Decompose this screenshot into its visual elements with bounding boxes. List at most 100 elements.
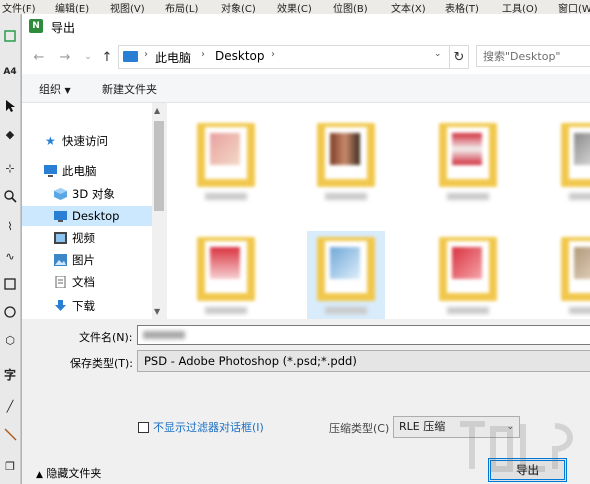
folder-icon — [197, 123, 255, 187]
ellipse-tool-icon[interactable] — [2, 304, 18, 320]
navigation-bar: ← → ⌄ ↑ › 此电脑 › Desktop › ⌄ ↻ 搜索"Desktop… — [22, 40, 590, 74]
chevron-down-icon: ⌄ — [506, 422, 514, 432]
chevron-down-icon[interactable]: ⌄ — [434, 49, 442, 59]
nav-item-3d-objects[interactable]: 3D 对象 — [22, 184, 152, 204]
folder-icon — [561, 123, 590, 187]
menu-bitmap[interactable]: 位图(B) — [333, 0, 368, 14]
filename-input[interactable] — [137, 325, 590, 345]
no-filter-dialog-label[interactable]: 不显示过滤器对话框(I) — [153, 419, 264, 435]
recent-locations-icon[interactable]: ⌄ — [80, 49, 96, 65]
freehand-tool-icon[interactable]: ⌇ — [2, 218, 18, 234]
shape-tool-icon[interactable]: ◆ — [2, 126, 18, 142]
file-view — [167, 103, 590, 319]
nav-item-pictures[interactable]: 图片 — [22, 250, 152, 270]
scrollbar-thumb[interactable] — [154, 121, 164, 211]
command-bar: 组织 ▼ 新建文件夹 — [22, 74, 590, 103]
menu-file[interactable]: 文件(F) — [2, 0, 36, 14]
caret-down-icon: ▼ — [64, 86, 71, 95]
no-filter-dialog-checkbox[interactable] — [138, 422, 149, 433]
document-icon — [55, 276, 66, 288]
file-thumbnail[interactable] — [307, 117, 385, 205]
desktop-icon — [54, 211, 67, 222]
address-bar[interactable]: › 此电脑 › Desktop › ⌄ — [118, 45, 466, 69]
dialog-titlebar: N 导出 — [22, 14, 590, 40]
chevron-right-icon[interactable]: › — [144, 49, 148, 60]
connector-tool-icon[interactable] — [2, 426, 18, 442]
text-tool-icon[interactable]: 字 — [2, 366, 18, 382]
folder-icon — [317, 123, 375, 187]
polygon-tool-icon[interactable]: ⬡ — [2, 332, 18, 348]
organize-button[interactable]: 组织 ▼ — [39, 81, 71, 97]
up-arrow-icon[interactable]: ↑ — [99, 49, 115, 65]
compression-value: RLE 压缩 — [399, 420, 446, 433]
nav-pane-scrollbar[interactable]: ▲ ▼ — [152, 103, 166, 319]
menu-view[interactable]: 视图(V) — [110, 0, 145, 14]
new-document-icon[interactable] — [2, 28, 18, 44]
file-thumbnail[interactable] — [551, 117, 590, 205]
nav-item-videos[interactable]: 视频 — [22, 228, 152, 248]
folder-icon — [197, 237, 255, 301]
breadcrumb-this-pc[interactable]: 此电脑 — [155, 49, 191, 66]
chevron-right-icon[interactable]: › — [271, 49, 275, 60]
refresh-button[interactable]: ↻ — [449, 45, 469, 69]
file-name-blurred — [205, 193, 247, 200]
computer-icon — [44, 165, 57, 177]
forward-arrow-icon[interactable]: → — [57, 49, 73, 65]
file-name-blurred — [447, 193, 489, 200]
file-name-blurred — [447, 307, 489, 314]
nav-item-label: Desktop — [72, 209, 120, 223]
nav-item-documents[interactable]: 文档 — [22, 272, 152, 292]
file-name-blurred — [325, 307, 367, 314]
picture-icon — [54, 254, 67, 266]
hide-folders-label: 隐藏文件夹 — [46, 467, 102, 480]
line-tool-icon[interactable]: ╱ — [2, 398, 18, 414]
nav-item-this-pc[interactable]: 此电脑 — [22, 161, 152, 181]
folder-icon — [439, 123, 497, 187]
save-form: 文件名(N): 保存类型(T): PSD - Adobe Photoshop (… — [22, 319, 590, 439]
star-icon: ★ — [45, 134, 56, 148]
rectangle-tool-icon[interactable] — [2, 276, 18, 292]
shadow-tool-icon[interactable]: ❐ — [2, 458, 18, 474]
compression-select[interactable]: RLE 压缩 ⌄ — [393, 416, 520, 438]
filetype-select[interactable]: PSD - Adobe Photoshop (*.psd;*.pdd) — [137, 350, 590, 372]
breadcrumb-desktop[interactable]: Desktop — [215, 49, 265, 63]
file-thumbnail[interactable] — [551, 231, 590, 319]
export-dialog: N 导出 ← → ⌄ ↑ › 此电脑 › Desktop › ⌄ ↻ 搜索"De… — [21, 14, 590, 484]
download-icon — [55, 300, 66, 311]
nav-item-label: 下载 — [72, 299, 95, 313]
menu-edit[interactable]: 编辑(E) — [55, 0, 89, 14]
menu-object[interactable]: 对象(C) — [221, 0, 256, 14]
chevron-right-icon[interactable]: › — [201, 49, 205, 60]
file-thumbnail[interactable] — [187, 117, 265, 205]
cube-icon — [54, 188, 67, 200]
folder-icon — [439, 237, 497, 301]
file-thumbnail[interactable] — [429, 231, 507, 319]
smart-draw-icon[interactable]: ∿ — [2, 248, 18, 264]
focus-ring — [490, 460, 565, 480]
export-button[interactable]: 导出 — [488, 458, 567, 482]
file-thumbnail[interactable] — [429, 117, 507, 205]
nav-item-desktop[interactable]: Desktop — [22, 206, 152, 226]
nav-item-downloads[interactable]: 下载 — [22, 296, 152, 316]
scroll-down-icon[interactable]: ▼ — [154, 307, 160, 316]
menu-effects[interactable]: 效果(C) — [277, 0, 312, 14]
nav-item-label: 图片 — [72, 253, 95, 267]
search-input[interactable]: 搜索"Desktop" — [476, 45, 590, 67]
menu-window[interactable]: 窗口(W) — [558, 0, 590, 14]
organize-label: 组织 — [39, 83, 61, 96]
file-thumbnail[interactable] — [307, 231, 385, 319]
hide-folders-toggle[interactable]: ▲ 隐藏文件夹 — [36, 465, 101, 481]
crop-tool-icon[interactable]: ⊹ — [2, 160, 18, 176]
new-folder-button[interactable]: 新建文件夹 — [102, 81, 157, 97]
nav-item-quick-access[interactable]: ★ 快速访问 — [22, 131, 152, 151]
menu-table[interactable]: 表格(T) — [445, 0, 479, 14]
pick-tool-icon[interactable] — [2, 98, 18, 114]
back-arrow-icon[interactable]: ← — [31, 49, 47, 65]
menu-text[interactable]: 文本(X) — [391, 0, 426, 14]
zoom-tool-icon[interactable] — [2, 188, 18, 204]
scroll-up-icon[interactable]: ▲ — [154, 106, 160, 115]
file-thumbnail[interactable] — [187, 231, 265, 319]
menu-tools[interactable]: 工具(O) — [502, 0, 538, 14]
app-toolbox: A4 ◆ ⊹ ⌇ ∿ ⬡ 字 ╱ ❐ — [0, 14, 21, 484]
menu-layout[interactable]: 布局(L) — [165, 0, 198, 14]
